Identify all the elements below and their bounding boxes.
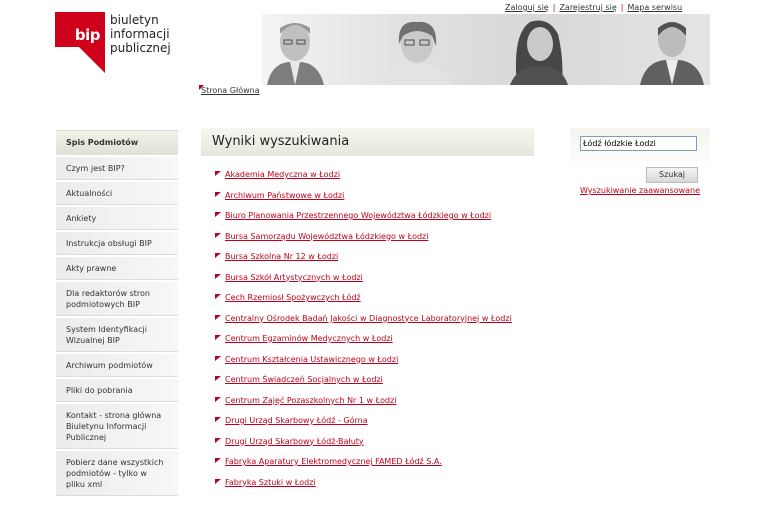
- person-3: [510, 20, 568, 85]
- bullet-icon: [215, 171, 221, 176]
- list-item: Drugi Urząd Skarbowy Łódź - Górna: [215, 416, 535, 437]
- result-link[interactable]: Fabryka Aparatury Elektromedycznej FAMED…: [225, 457, 442, 466]
- sidebar-item-manual[interactable]: Instrukcja obsługi BIP: [56, 232, 178, 255]
- separator: |: [620, 3, 624, 12]
- banner-people-image: [267, 20, 704, 85]
- bullet-icon: [215, 212, 221, 217]
- bullet-icon: [215, 355, 221, 361]
- list-item: Fabryka Aparatury Elektromedycznej FAMED…: [215, 457, 535, 478]
- sidebar-item-legal-acts[interactable]: Akty prawne: [56, 257, 178, 280]
- result-link[interactable]: Centrum Egzaminów Medycznych w Łodzi: [225, 334, 393, 343]
- search-panel: [570, 128, 710, 168]
- list-item: Cech Rzemiosł Spożywczych Łódź: [215, 293, 535, 314]
- person-2: [382, 21, 452, 85]
- sidebar-item-archive[interactable]: Archiwum podmiotów: [56, 354, 178, 377]
- breadcrumb-home-link[interactable]: Strona Główna: [201, 86, 260, 95]
- page-title: Wyniki wyszukiwania: [201, 128, 534, 156]
- result-link[interactable]: Akademia Medyczna w Łodzi: [225, 170, 340, 179]
- list-item: Centrum Egzaminów Medycznych w Łodzi: [215, 334, 535, 355]
- login-link[interactable]: Zaloguj się: [505, 3, 549, 12]
- sidebar-item-downloads[interactable]: Pliki do pobrania: [56, 379, 178, 402]
- sidebar-item-visual-identity[interactable]: System Identyfikacji Wizualnej BIP: [56, 318, 178, 352]
- breadcrumb: Strona Główna: [201, 86, 260, 95]
- bullet-icon: [215, 376, 221, 381]
- result-link[interactable]: Centralny Ośrodek Badań Jakości w Diagno…: [225, 314, 512, 323]
- result-link[interactable]: Centrum Świadczeń Socjalnych w Łodzi: [225, 375, 383, 384]
- list-item: Bursa Szkolna Nr 12 w Łodzi: [215, 252, 535, 273]
- result-link[interactable]: Bursa Szkolna Nr 12 w Łodzi: [225, 252, 338, 261]
- bullet-icon: [215, 396, 221, 402]
- result-link[interactable]: Bursa Szkół Artystycznych w Łodzi: [225, 273, 363, 282]
- sidebar-item-news[interactable]: Aktualności: [56, 182, 178, 205]
- sidebar-title[interactable]: Spis Podmiotów: [56, 130, 178, 155]
- sidebar-item-xml-download[interactable]: Pobierz dane wszystkich podmiotów - tylk…: [56, 451, 178, 496]
- list-item: Bursa Samorządu Województwa Łódzkiego w …: [215, 232, 535, 253]
- result-link[interactable]: Centrum Kształcenia Ustawicznego w Łodzi: [225, 355, 398, 364]
- bullet-icon: [215, 417, 221, 422]
- sidebar-item-contact[interactable]: Kontakt - strona główna Biuletynu Inform…: [56, 404, 178, 449]
- sidebar: Spis Podmiotów Czym jest BIP? Aktualnośc…: [56, 130, 178, 496]
- bullet-icon: [215, 478, 221, 484]
- sidebar-item-surveys[interactable]: Ankiety: [56, 207, 178, 230]
- search-results: Akademia Medyczna w Łodzi Archiwum Państ…: [215, 170, 535, 498]
- search-input[interactable]: [580, 136, 697, 151]
- list-item: Centrum Zajęć Pozaszkolnych Nr 1 w Łodzi: [215, 396, 535, 417]
- advanced-search-link[interactable]: Wyszukiwanie zaawansowane: [580, 186, 700, 195]
- list-item: Centrum Kształcenia Ustawicznego w Łodzi: [215, 355, 535, 376]
- bullet-icon: [215, 232, 221, 238]
- list-item: Archiwum Państwowe w Łodzi: [215, 191, 535, 212]
- logo-text: biuletyn informacji publicznej: [110, 13, 225, 55]
- logo-mark-tail: [79, 47, 105, 73]
- bullet-icon: [215, 273, 221, 279]
- result-link[interactable]: Cech Rzemiosł Spożywczych Łódź: [225, 293, 361, 302]
- list-item: Drugi Urząd Skarbowy Łódź-Bałuty: [215, 437, 535, 458]
- separator: |: [552, 3, 556, 12]
- list-item: Fabryka Sztuki w Łodzi: [215, 478, 535, 499]
- logo-line-2: informacji publicznej: [110, 27, 171, 55]
- header-banner: [262, 14, 710, 85]
- result-link[interactable]: Fabryka Sztuki w Łodzi: [225, 478, 316, 487]
- main-content: Wyniki wyszukiwania: [201, 128, 534, 156]
- bullet-icon: [215, 191, 221, 197]
- bullet-icon: [215, 335, 221, 340]
- search-button[interactable]: Szukaj: [646, 167, 698, 183]
- result-link[interactable]: Archiwum Państwowe w Łodzi: [225, 191, 344, 200]
- result-link[interactable]: Centrum Zajęć Pozaszkolnych Nr 1 w Łodzi: [225, 396, 397, 405]
- bullet-icon: [215, 253, 221, 258]
- register-link[interactable]: Zarejestruj się: [559, 3, 616, 12]
- result-link[interactable]: Bursa Samorządu Województwa Łódzkiego w …: [225, 232, 428, 241]
- list-item: Centrum Świadczeń Socjalnych w Łodzi: [215, 375, 535, 396]
- person-4: [640, 22, 704, 85]
- bip-logo[interactable]: bip biuletyn informacji publicznej: [55, 12, 225, 74]
- logo-line-1: biuletyn: [110, 13, 159, 27]
- top-links: Zaloguj się | Zarejestruj się | Mapa serwisu: [505, 3, 705, 12]
- bullet-icon: [215, 458, 221, 463]
- bullet-icon: [215, 314, 221, 320]
- result-link[interactable]: Drugi Urząd Skarbowy Łódź - Górna: [225, 416, 368, 425]
- list-item: Centralny Ośrodek Badań Jakości w Diagno…: [215, 314, 535, 335]
- logo-mark: bip: [55, 12, 105, 47]
- logo-mark-text: bip: [74, 26, 101, 44]
- sidebar-item-what-is-bip[interactable]: Czym jest BIP?: [56, 157, 178, 180]
- sidebar-item-for-editors[interactable]: Dla redaktorów stron podmiotowych BIP: [56, 282, 178, 316]
- list-item: Biuro Planowania Przestrzennego Wojewódz…: [215, 211, 535, 232]
- result-link[interactable]: Biuro Planowania Przestrzennego Wojewódz…: [225, 211, 491, 220]
- bullet-icon: [215, 294, 221, 299]
- sitemap-link[interactable]: Mapa serwisu: [627, 3, 682, 12]
- bullet-icon: [215, 437, 221, 443]
- list-item: Akademia Medyczna w Łodzi: [215, 170, 535, 191]
- result-link[interactable]: Drugi Urząd Skarbowy Łódź-Bałuty: [225, 437, 364, 446]
- person-1: [267, 23, 324, 85]
- list-item: Bursa Szkół Artystycznych w Łodzi: [215, 273, 535, 294]
